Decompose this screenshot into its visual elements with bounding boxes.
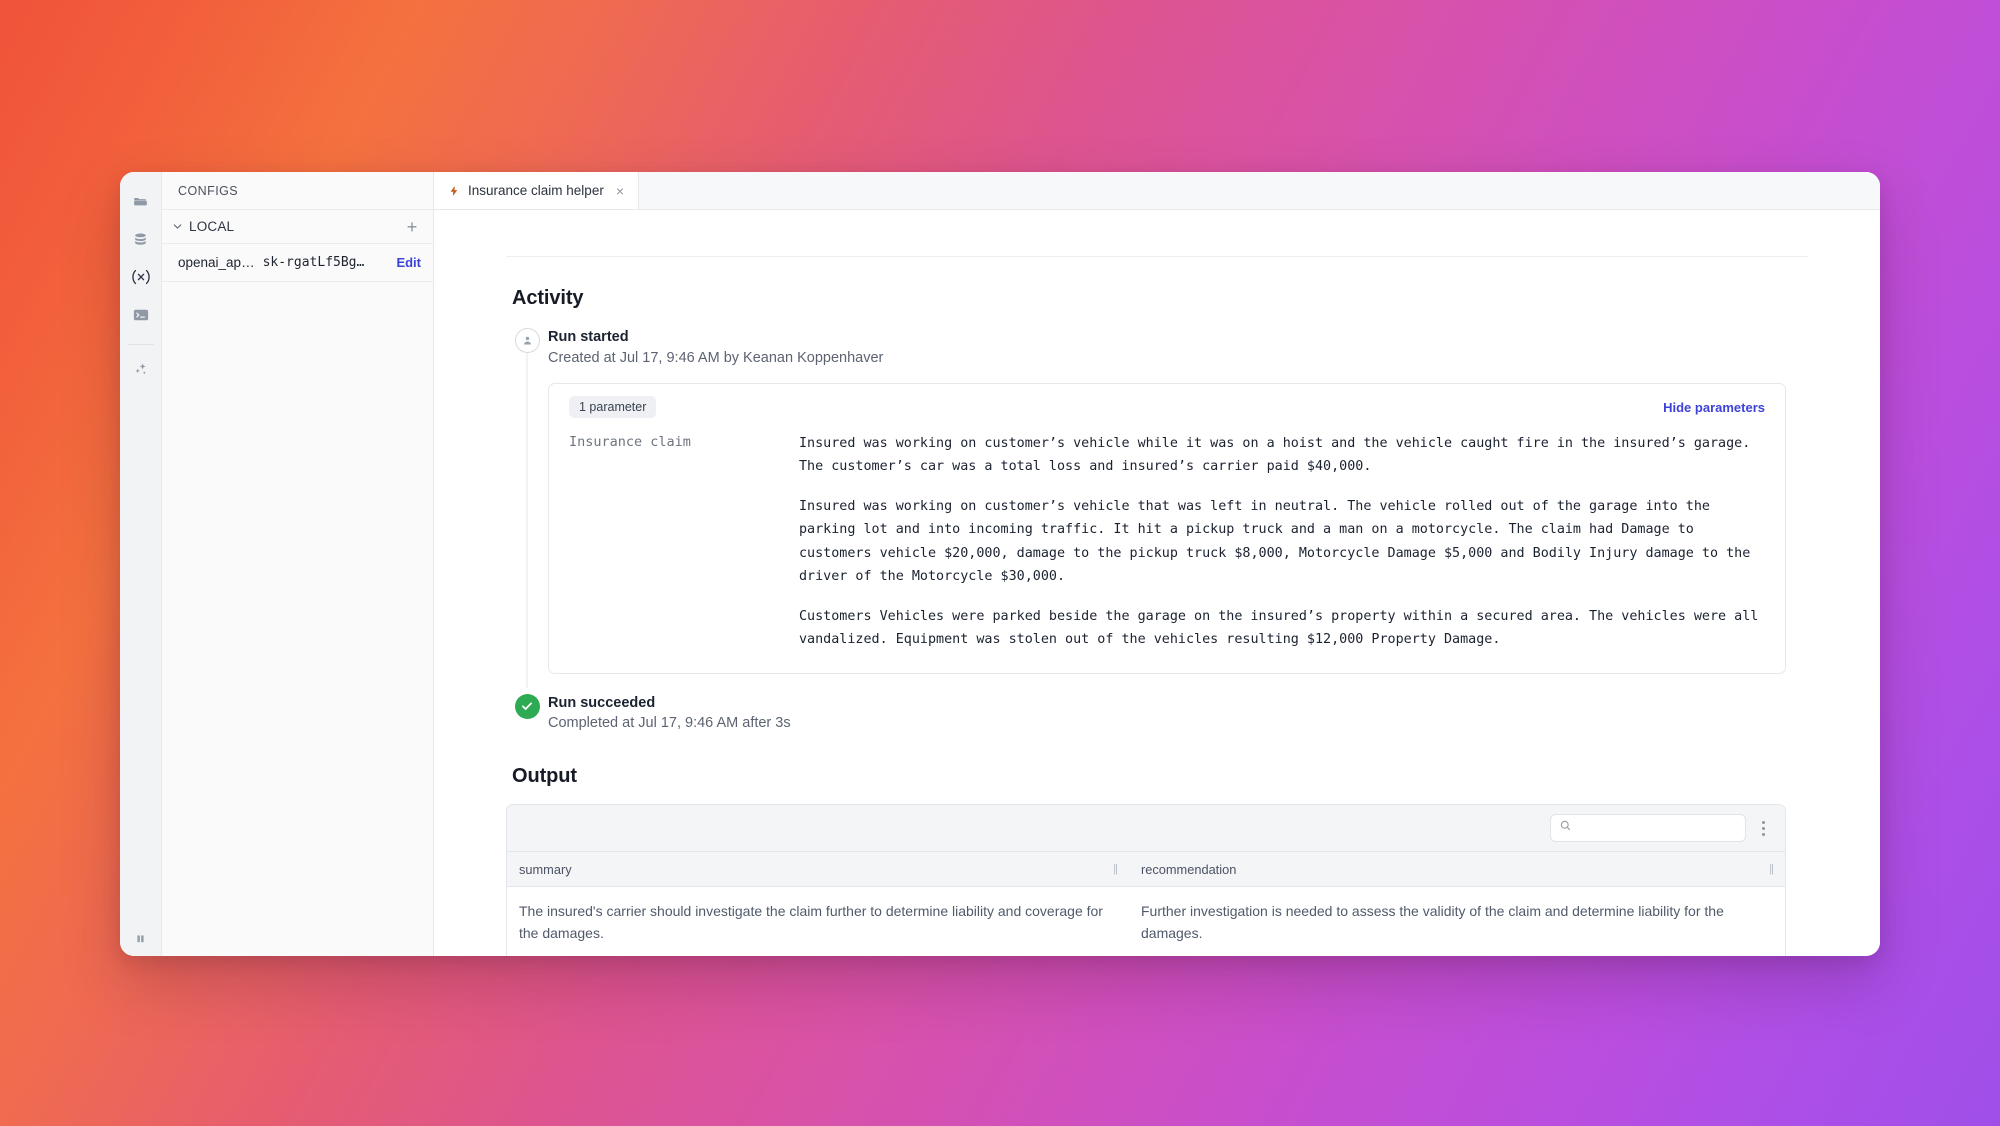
configs-group-label: LOCAL [189, 219, 235, 234]
content-divider [506, 256, 1808, 257]
app-window: CONFIGS LOCAL + openai_ap… sk-rgatLf5Bg…… [120, 172, 1880, 956]
table-header-row: summary || recommendation || [507, 851, 1785, 887]
configs-panel-title: CONFIGS [162, 172, 433, 210]
terminal-icon[interactable] [126, 300, 156, 330]
output-heading: Output [512, 765, 577, 787]
column-header-recommendation[interactable]: recommendation || [1129, 852, 1785, 886]
run-started-title: Run started [548, 329, 629, 345]
timeline-body: Run succeeded Completed at Jul 17, 9:46 … [548, 694, 1808, 741]
activity-timeline: Run started Created at Jul 17, 9:46 AM b… [506, 328, 1808, 741]
parameters-body: Insurance claim Insured was working on c… [549, 428, 1785, 672]
parameter-value: Insured was working on customer’s vehicl… [799, 432, 1765, 650]
folder-icon[interactable] [126, 186, 156, 216]
search-input[interactable] [1578, 820, 1737, 836]
tab-label: Insurance claim helper [468, 183, 604, 198]
column-resize-handle[interactable]: || [1769, 863, 1774, 875]
user-avatar-icon [514, 328, 540, 353]
cell-summary: The insured's carrier should investigate… [519, 903, 1103, 941]
parameter-paragraph: Insured was working on customer’s vehicl… [799, 436, 1751, 475]
column-header-summary[interactable]: summary || [507, 852, 1129, 886]
edit-config-button[interactable]: Edit [396, 255, 421, 270]
run-started-subtitle: Created at Jul 17, 9:46 AM by Keanan Kop… [548, 349, 884, 366]
check-circle-icon [514, 693, 540, 719]
parameters-header: 1 parameter Hide parameters [549, 384, 1785, 428]
timeline-gutter [506, 693, 548, 741]
config-list-item[interactable]: openai_ap… sk-rgatLf5Bg… Edit [162, 244, 433, 282]
activity-bar [120, 172, 162, 956]
run-succeeded-title: Run succeeded [548, 694, 656, 711]
output-table-card: summary || recommendation || The insured… [506, 804, 1786, 956]
panel-toggle-icon[interactable] [120, 931, 161, 946]
tab-insurance-claim-helper[interactable]: Insurance claim helper × [434, 172, 640, 209]
variables-icon[interactable] [126, 262, 156, 292]
search-icon [1559, 819, 1572, 837]
kebab-menu-icon[interactable] [1756, 817, 1771, 840]
content-scroll-area[interactable]: Activity Run started Created at Jul 17, … [434, 210, 1880, 956]
search-input-wrapper[interactable] [1550, 814, 1746, 842]
add-config-button[interactable]: + [403, 218, 421, 236]
main-area: Insurance claim helper × Activity Run st… [434, 172, 1880, 956]
close-icon[interactable]: × [616, 184, 624, 198]
config-value: sk-rgatLf5Bg… [262, 255, 365, 270]
parameter-paragraph: Customers Vehicles were parked beside th… [799, 608, 1759, 647]
output-table-toolbar [507, 805, 1785, 851]
column-header-label: summary [519, 861, 572, 877]
timeline-item-run-succeeded: Run succeeded Completed at Jul 17, 9:46 … [506, 693, 1808, 741]
parameter-name: Insurance claim [569, 434, 691, 451]
configs-group-local[interactable]: LOCAL + [162, 210, 433, 244]
parameters-card: 1 parameter Hide parameters Insurance cl… [548, 383, 1786, 674]
lightning-bolt-icon [448, 184, 460, 198]
timeline-connector [526, 353, 528, 688]
table-row[interactable]: The insured's carrier should investigate… [507, 887, 1785, 956]
cell-recommendation: Further investigation is needed to asses… [1141, 903, 1724, 941]
rail-divider [127, 344, 154, 345]
run-succeeded-subtitle: Completed at Jul 17, 9:46 AM after 3s [548, 715, 791, 732]
timeline-gutter [506, 328, 548, 688]
parameter-paragraph: Insured was working on customer’s vehicl… [799, 499, 1751, 584]
parameter-count-badge: 1 parameter [569, 396, 657, 419]
timeline-body: Run started Created at Jul 17, 9:46 AM b… [548, 328, 1808, 680]
database-icon[interactable] [126, 224, 156, 254]
configs-panel: CONFIGS LOCAL + openai_ap… sk-rgatLf5Bg…… [162, 172, 434, 956]
timeline-item-run-started: Run started Created at Jul 17, 9:46 AM b… [506, 328, 1808, 688]
tab-bar: Insurance claim helper × [434, 172, 1880, 210]
chevron-down-icon [170, 220, 184, 234]
column-resize-handle[interactable]: || [1113, 863, 1118, 875]
config-key: openai_ap… [178, 255, 255, 270]
hide-parameters-button[interactable]: Hide parameters [1663, 400, 1765, 415]
column-header-label: recommendation [1141, 861, 1237, 877]
sparkles-icon[interactable] [126, 355, 156, 385]
activity-heading: Activity [512, 287, 584, 309]
